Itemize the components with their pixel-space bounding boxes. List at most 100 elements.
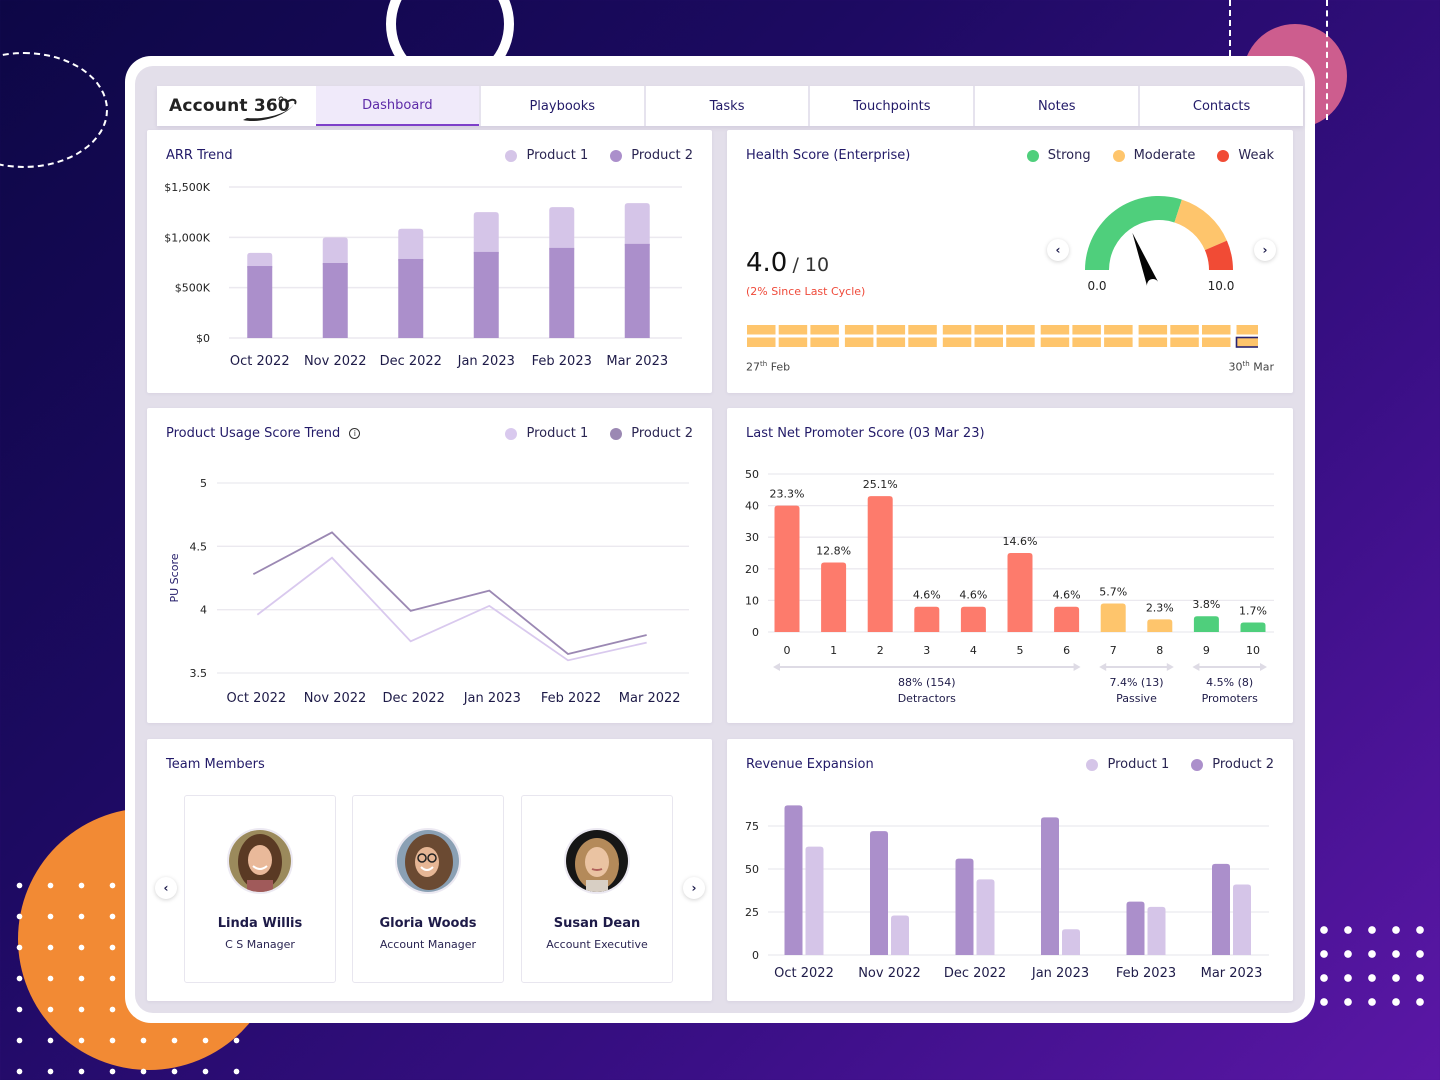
group-value: 7.4% (13) <box>1109 676 1163 689</box>
heatmap-cell <box>1006 337 1035 347</box>
nps-bar <box>1007 553 1033 632</box>
bar-product-1 <box>247 252 273 269</box>
line-product-2 <box>252 531 647 655</box>
heatmap-cell <box>908 337 937 347</box>
y-tick-label: 0 <box>752 949 759 962</box>
heatmap-cell <box>1170 337 1199 347</box>
card-title: Team Members <box>166 757 265 772</box>
group-value: 4.5% (8) <box>1206 676 1253 689</box>
nps-bar-label: 4.6% <box>913 589 941 602</box>
nps-bar <box>774 505 800 632</box>
team-member-card[interactable]: Susan Dean Account Executive <box>521 795 673 983</box>
x-tick-label: 10 <box>1246 644 1260 657</box>
team-prev-button[interactable]: ‹ <box>155 877 177 899</box>
tab-tasks[interactable]: Tasks <box>643 86 809 126</box>
x-tick-label: Nov 2022 <box>858 966 921 981</box>
y-tick-label: 30 <box>745 531 759 544</box>
tab-notes[interactable]: Notes <box>973 86 1138 126</box>
nps-bar <box>1054 606 1080 632</box>
arr-trend-card: ARR Trend Product 1 Product 2 $0 $500K $1,… <box>147 130 712 393</box>
bar-product-2 <box>247 266 273 338</box>
team-members-card: Team Members ‹ › Linda Willis C S Manage… <box>147 739 712 1001</box>
x-tick-label: 0 <box>784 644 791 657</box>
nps-bar-label: 3.8% <box>1192 598 1220 611</box>
y-tick-label: 5 <box>200 477 207 490</box>
heatmap-cell <box>942 337 972 347</box>
arrow-left-icon <box>773 663 780 671</box>
group-label: Detractors <box>898 692 956 705</box>
team-member-card[interactable]: Linda Willis C S Manager <box>184 795 336 983</box>
bar-product-2 <box>322 263 348 338</box>
heatmap-cell <box>778 325 808 335</box>
day: 27 <box>746 360 760 374</box>
logo-swoosh-icon <box>243 96 297 122</box>
heatmap-cell <box>1138 337 1168 347</box>
nps-bar-label: 14.6% <box>1003 535 1038 548</box>
bar-product-1 <box>624 203 650 246</box>
tab-contacts[interactable]: Contacts <box>1138 86 1303 126</box>
member-role: C S Manager <box>225 938 295 951</box>
x-tick-label: Jan 2023 <box>457 354 515 369</box>
decor-dashed-line <box>1326 0 1328 120</box>
x-tick-label: Feb 2023 <box>532 354 592 369</box>
heatmap-cell <box>1072 337 1101 347</box>
bar-product-2 <box>549 247 575 338</box>
x-tick-label: 8 <box>1156 644 1163 657</box>
y-tick-label: 50 <box>745 863 759 876</box>
heatmap-cell <box>1104 337 1133 347</box>
x-tick-label: 1 <box>830 644 837 657</box>
gauge-max-label: 10.0 <box>1208 279 1235 293</box>
x-tick-label: Feb 2023 <box>1116 966 1176 981</box>
tab-playbooks[interactable]: Playbooks <box>478 86 644 126</box>
y-tick-label: 20 <box>745 563 759 576</box>
heatmap-cell <box>747 337 776 347</box>
x-tick-label: 2 <box>877 644 884 657</box>
x-tick-label: 3 <box>923 644 930 657</box>
heatmap-cell <box>747 325 776 335</box>
heatmap-cell <box>1040 337 1070 347</box>
nps-card: Last Net Promoter Score (03 Mar 23) 0 10 2… <box>727 408 1293 723</box>
bar-product-2 <box>1126 901 1145 955</box>
group-label: Passive <box>1116 692 1157 705</box>
y-tick-label: $1,000K <box>164 231 210 244</box>
y-tick-label: 40 <box>745 500 759 513</box>
x-tick-label: Jan 2023 <box>463 691 521 706</box>
team-member-card[interactable]: Gloria Woods Account Manager <box>352 795 504 983</box>
x-tick-label: Dec 2022 <box>380 354 442 369</box>
team-next-button[interactable]: › <box>683 877 705 899</box>
x-tick-label: Nov 2022 <box>304 354 367 369</box>
y-tick-label: 75 <box>745 820 759 833</box>
heatmap-start-label: 27th Feb <box>746 360 790 374</box>
y-tick-label: 4 <box>200 604 207 617</box>
tab-touchpoints[interactable]: Touchpoints <box>808 86 973 126</box>
x-tick-label: 6 <box>1063 644 1070 657</box>
month: Feb <box>770 360 791 374</box>
nps-bar <box>1100 603 1126 632</box>
avatar <box>227 828 293 894</box>
x-tick-label: Feb 2022 <box>541 691 601 706</box>
chevron-right-icon: › <box>691 881 697 895</box>
x-tick-label: Dec 2022 <box>382 691 444 706</box>
tab-dashboard[interactable]: Dashboard <box>316 86 479 126</box>
nps-bar-label: 4.6% <box>959 589 987 602</box>
y-tick-label: 50 <box>745 468 759 481</box>
bar-product-1 <box>891 915 909 955</box>
bar-product-1 <box>473 212 499 254</box>
bar-product-2 <box>398 258 424 338</box>
bar-product-2 <box>870 831 888 955</box>
y-tick-label: 10 <box>745 594 759 607</box>
nps-bar <box>1147 619 1173 632</box>
app-logo[interactable]: Account 360 <box>157 86 316 126</box>
gauge-band-strong <box>1085 196 1182 270</box>
nps-bar <box>821 562 847 632</box>
chevron-left-icon: ‹ <box>163 881 169 895</box>
x-tick-label: 4 <box>970 644 977 657</box>
health-heatmap <box>747 325 1258 348</box>
heatmap-cell <box>1072 325 1101 335</box>
heatmap-cell <box>1138 325 1168 335</box>
heatmap-cell <box>844 325 874 335</box>
heatmap-cell-selected <box>1235 336 1258 348</box>
heatmap-cell <box>778 337 808 347</box>
x-tick-label: Oct 2022 <box>230 354 290 369</box>
heatmap-cell <box>1202 337 1231 347</box>
